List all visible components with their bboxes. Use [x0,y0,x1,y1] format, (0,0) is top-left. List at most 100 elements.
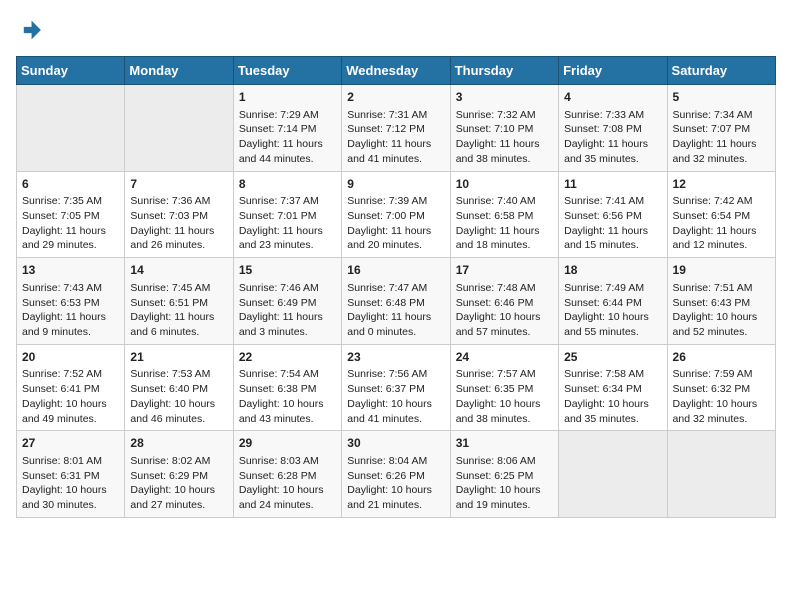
calendar-day-cell: 31Sunrise: 8:06 AMSunset: 6:25 PMDayligh… [450,431,558,518]
daylight-text: Daylight: 11 hours and 3 minutes. [239,311,323,338]
sunrise-text: Sunrise: 8:01 AM [22,455,102,467]
sunset-text: Sunset: 7:03 PM [130,210,208,222]
calendar-day-cell [125,85,233,172]
sunset-text: Sunset: 6:51 PM [130,297,208,309]
calendar-table: SundayMondayTuesdayWednesdayThursdayFrid… [16,56,776,518]
sunrise-text: Sunrise: 8:03 AM [239,455,319,467]
day-number: 7 [130,176,227,193]
daylight-text: Daylight: 11 hours and 26 minutes. [130,225,214,252]
daylight-text: Daylight: 10 hours and 55 minutes. [564,311,649,338]
calendar-week-row: 20Sunrise: 7:52 AMSunset: 6:41 PMDayligh… [17,344,776,431]
calendar-day-cell: 27Sunrise: 8:01 AMSunset: 6:31 PMDayligh… [17,431,125,518]
sunset-text: Sunset: 6:54 PM [673,210,751,222]
calendar-day-cell: 16Sunrise: 7:47 AMSunset: 6:48 PMDayligh… [342,258,450,345]
column-header-wednesday: Wednesday [342,57,450,85]
daylight-text: Daylight: 11 hours and 35 minutes. [564,138,648,165]
day-number: 8 [239,176,336,193]
column-header-tuesday: Tuesday [233,57,341,85]
calendar-day-cell: 10Sunrise: 7:40 AMSunset: 6:58 PMDayligh… [450,171,558,258]
column-header-sunday: Sunday [17,57,125,85]
calendar-day-cell: 6Sunrise: 7:35 AMSunset: 7:05 PMDaylight… [17,171,125,258]
day-number: 4 [564,89,661,106]
day-number: 25 [564,349,661,366]
sunrise-text: Sunrise: 7:48 AM [456,282,536,294]
calendar-day-cell: 5Sunrise: 7:34 AMSunset: 7:07 PMDaylight… [667,85,775,172]
column-header-monday: Monday [125,57,233,85]
calendar-day-cell: 28Sunrise: 8:02 AMSunset: 6:29 PMDayligh… [125,431,233,518]
calendar-day-cell: 30Sunrise: 8:04 AMSunset: 6:26 PMDayligh… [342,431,450,518]
calendar-week-row: 6Sunrise: 7:35 AMSunset: 7:05 PMDaylight… [17,171,776,258]
day-number: 14 [130,262,227,279]
sunrise-text: Sunrise: 7:31 AM [347,109,427,121]
day-number: 16 [347,262,444,279]
calendar-day-cell: 19Sunrise: 7:51 AMSunset: 6:43 PMDayligh… [667,258,775,345]
day-number: 13 [22,262,119,279]
day-number: 20 [22,349,119,366]
sunrise-text: Sunrise: 7:39 AM [347,195,427,207]
sunrise-text: Sunrise: 7:40 AM [456,195,536,207]
sunrise-text: Sunrise: 7:59 AM [673,368,753,380]
daylight-text: Daylight: 10 hours and 32 minutes. [673,398,758,425]
sunset-text: Sunset: 6:48 PM [347,297,425,309]
sunset-text: Sunset: 6:58 PM [456,210,534,222]
sunrise-text: Sunrise: 7:52 AM [22,368,102,380]
calendar-day-cell: 13Sunrise: 7:43 AMSunset: 6:53 PMDayligh… [17,258,125,345]
day-number: 23 [347,349,444,366]
sunrise-text: Sunrise: 8:02 AM [130,455,210,467]
sunset-text: Sunset: 6:38 PM [239,383,317,395]
sunrise-text: Sunrise: 7:53 AM [130,368,210,380]
calendar-day-cell [17,85,125,172]
sunset-text: Sunset: 6:29 PM [130,470,208,482]
logo-icon [16,16,44,44]
daylight-text: Daylight: 11 hours and 0 minutes. [347,311,431,338]
day-number: 22 [239,349,336,366]
day-number: 11 [564,176,661,193]
day-number: 18 [564,262,661,279]
day-number: 1 [239,89,336,106]
day-number: 3 [456,89,553,106]
sunrise-text: Sunrise: 7:54 AM [239,368,319,380]
page-header [16,16,776,44]
sunset-text: Sunset: 6:43 PM [673,297,751,309]
daylight-text: Daylight: 10 hours and 49 minutes. [22,398,107,425]
day-number: 27 [22,435,119,452]
sunset-text: Sunset: 6:44 PM [564,297,642,309]
daylight-text: Daylight: 10 hours and 35 minutes. [564,398,649,425]
sunrise-text: Sunrise: 7:37 AM [239,195,319,207]
sunrise-text: Sunrise: 7:42 AM [673,195,753,207]
daylight-text: Daylight: 11 hours and 29 minutes. [22,225,106,252]
day-number: 15 [239,262,336,279]
day-number: 28 [130,435,227,452]
day-number: 19 [673,262,770,279]
day-number: 31 [456,435,553,452]
sunset-text: Sunset: 6:34 PM [564,383,642,395]
sunset-text: Sunset: 6:26 PM [347,470,425,482]
sunrise-text: Sunrise: 7:49 AM [564,282,644,294]
calendar-day-cell [667,431,775,518]
day-number: 6 [22,176,119,193]
day-number: 10 [456,176,553,193]
daylight-text: Daylight: 10 hours and 24 minutes. [239,484,324,511]
sunset-text: Sunset: 6:40 PM [130,383,208,395]
day-number: 12 [673,176,770,193]
daylight-text: Daylight: 11 hours and 15 minutes. [564,225,648,252]
sunset-text: Sunset: 7:10 PM [456,123,534,135]
day-number: 26 [673,349,770,366]
sunset-text: Sunset: 7:08 PM [564,123,642,135]
sunrise-text: Sunrise: 7:57 AM [456,368,536,380]
sunset-text: Sunset: 6:56 PM [564,210,642,222]
column-header-friday: Friday [559,57,667,85]
calendar-day-cell: 7Sunrise: 7:36 AMSunset: 7:03 PMDaylight… [125,171,233,258]
daylight-text: Daylight: 11 hours and 44 minutes. [239,138,323,165]
calendar-day-cell: 24Sunrise: 7:57 AMSunset: 6:35 PMDayligh… [450,344,558,431]
daylight-text: Daylight: 11 hours and 20 minutes. [347,225,431,252]
sunrise-text: Sunrise: 7:32 AM [456,109,536,121]
calendar-header-row: SundayMondayTuesdayWednesdayThursdayFrid… [17,57,776,85]
day-number: 2 [347,89,444,106]
day-number: 24 [456,349,553,366]
calendar-week-row: 27Sunrise: 8:01 AMSunset: 6:31 PMDayligh… [17,431,776,518]
sunrise-text: Sunrise: 7:41 AM [564,195,644,207]
sunset-text: Sunset: 7:01 PM [239,210,317,222]
calendar-week-row: 1Sunrise: 7:29 AMSunset: 7:14 PMDaylight… [17,85,776,172]
daylight-text: Daylight: 11 hours and 6 minutes. [130,311,214,338]
